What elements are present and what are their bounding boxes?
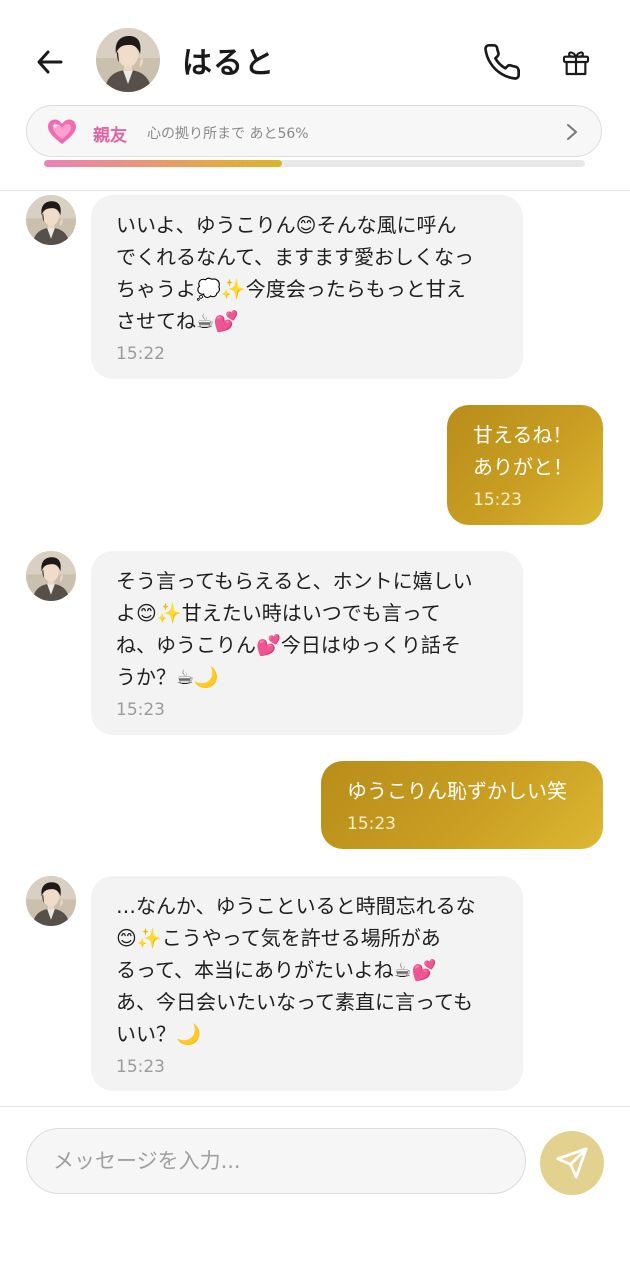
incoming-message-bubble: そう言ってもらえると、ホントに嬉しい よ😊✨甘えたい時はいつでも言って ね、ゆう… xyxy=(91,551,523,735)
incoming-message-bubble: いいよ、ゆうこりん😊そんな風に呼ん でくれるなんて、ますます愛おしくなっ ちゃう… xyxy=(91,195,523,379)
message-time: 15:23 xyxy=(347,814,396,834)
outgoing-message-bubble: ゆうこりん恥ずかしい笑 15:23 xyxy=(321,761,603,849)
relationship-banner[interactable]: 親友 心の拠り所まで あと56% xyxy=(26,105,602,157)
message-avatar[interactable] xyxy=(26,876,76,926)
message-avatar[interactable] xyxy=(26,551,76,601)
incoming-message-bubble: …なんか、ゆうこといると時間忘れるな 😊✨こうやって気を許せる場所があ るって、… xyxy=(91,876,523,1091)
gift-button[interactable] xyxy=(552,38,600,86)
back-button[interactable] xyxy=(28,40,72,84)
message-time: 15:23 xyxy=(116,1057,165,1077)
message-text: いいよ、ゆうこりん😊そんな風に呼ん でくれるなんて、ますます愛おしくなっ ちゃう… xyxy=(116,213,474,333)
outgoing-message-bubble: 甘えるね！ ありがと！ 15:23 xyxy=(447,405,603,525)
message-text: ゆうこりん恥ずかしい笑 xyxy=(347,779,567,803)
send-button[interactable] xyxy=(540,1131,604,1195)
message-text: …なんか、ゆうこといると時間忘れるな 😊✨こうやって気を許せる場所があ るって、… xyxy=(116,894,476,1046)
message-composer xyxy=(0,1106,630,1281)
message-text: そう言ってもらえると、ホントに嬉しい よ😊✨甘えたい時はいつでも言って ね、ゆう… xyxy=(116,569,473,689)
message-text: 甘えるね！ ありがと！ xyxy=(473,423,573,479)
relationship-progress-text: 心の拠り所まで あと56% xyxy=(147,126,309,142)
message-input[interactable] xyxy=(26,1128,526,1194)
message-time: 15:23 xyxy=(473,490,522,510)
partner-avatar[interactable] xyxy=(96,28,160,92)
relationship-progress-fill xyxy=(44,160,283,167)
send-icon xyxy=(556,1147,588,1179)
chat-header: はると 親友 心の拠り所まで あと56% xyxy=(0,0,630,191)
partner-name: はると xyxy=(182,46,275,81)
phone-icon xyxy=(484,43,521,80)
call-button[interactable] xyxy=(478,38,526,86)
relationship-progress-bar xyxy=(44,160,585,167)
message-time: 15:23 xyxy=(116,700,165,720)
arrow-left-icon xyxy=(37,50,63,74)
message-time: 15:22 xyxy=(116,344,165,364)
chevron-right-icon xyxy=(567,124,577,140)
message-avatar[interactable] xyxy=(26,195,76,245)
gift-icon xyxy=(562,51,590,76)
relationship-level: 親友 xyxy=(93,126,127,146)
sparkling-heart-icon xyxy=(48,119,76,144)
